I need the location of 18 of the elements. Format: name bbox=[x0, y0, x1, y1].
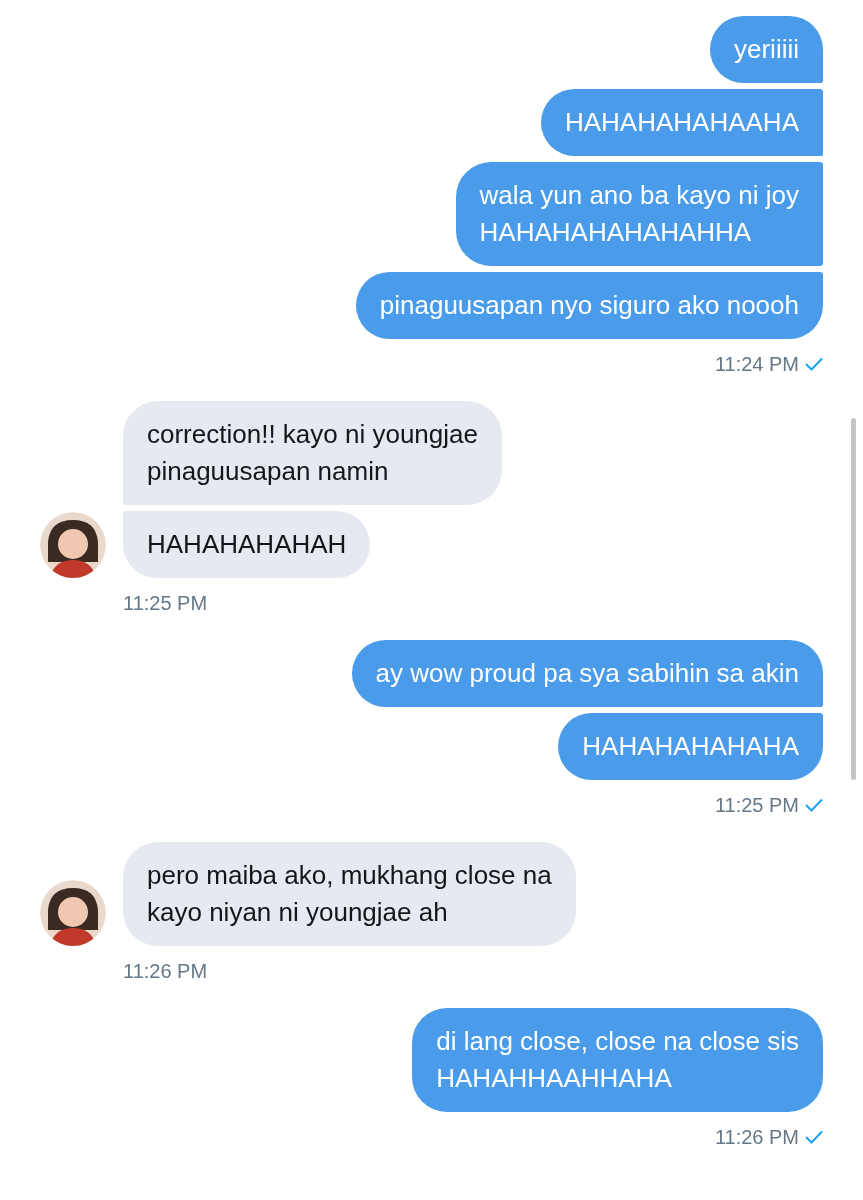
message-bubble: HAHAHAHAHAH bbox=[123, 511, 371, 578]
timestamp: 11:26 PM bbox=[123, 959, 208, 984]
message-bubble: di lang close, close na close sis HAHAHHAAHHAHA bbox=[412, 1008, 823, 1112]
message-bubble: wala yun ano ba kayo ni joy HAHAHAHAHAHAHHA bbox=[455, 162, 823, 266]
message-bubble: yeriiiii bbox=[710, 16, 823, 83]
avatar bbox=[40, 880, 106, 946]
message-bubble: ay wow proud pa sya sabihin sa akin bbox=[351, 640, 823, 707]
timestamp: 11:24 PM bbox=[714, 352, 799, 377]
avatar bbox=[40, 512, 106, 578]
timestamp: 11:26 PM bbox=[714, 1125, 799, 1150]
message-bubble: correction!! kayo ni youngjae pinaguusapan namin bbox=[123, 401, 502, 505]
timestamp: 11:25 PM bbox=[123, 591, 208, 616]
message-bubble: HAHAHAHAHAHA bbox=[558, 713, 823, 780]
scrollbar[interactable] bbox=[851, 418, 856, 780]
message-bubble: pero maiba ako, mukhang close na kayo niyan ni youngjae ah bbox=[123, 842, 576, 946]
message-bubble: pinaguusapan nyo siguro ako noooh bbox=[355, 272, 823, 339]
timestamp: 11:25 PM bbox=[714, 793, 799, 818]
message-bubble: HAHAHAHAHAAHA bbox=[540, 89, 823, 156]
